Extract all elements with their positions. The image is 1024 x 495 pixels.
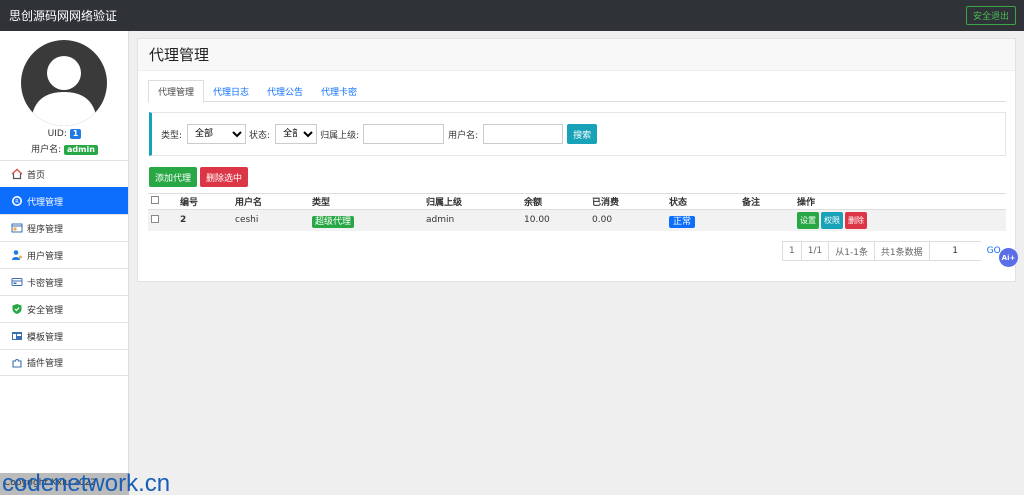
sidebar-item-cards[interactable]: 卡密管理 — [0, 268, 128, 295]
sidebar-item-label: 卡密管理 — [27, 278, 64, 289]
sidebar: UID: 1 用户名: admin 首页 R 代理管理 程序管理 用户管理 卡密… — [0, 31, 129, 495]
delete-selected-button[interactable]: 删除选中 — [200, 167, 248, 187]
agent-icon: R — [11, 195, 23, 207]
page-number[interactable]: 1 — [782, 241, 802, 261]
type-label: 类型: — [161, 130, 183, 141]
col-actions: 操作 — [797, 198, 816, 208]
pagination: 1 1/1 从1-1条 共1条数据 1 GO — [782, 241, 1007, 261]
username-input[interactable] — [483, 124, 564, 144]
col-remark: 备注 — [742, 198, 761, 208]
cell-id: 2 — [180, 215, 187, 226]
page-range: 从1-1条 — [828, 241, 875, 261]
parent-label: 归属上级: — [320, 130, 360, 141]
avatar-person-icon — [31, 56, 97, 126]
plugin-icon — [11, 357, 23, 369]
select-all-checkbox[interactable] — [151, 196, 159, 204]
watermark-text: codenetwork.cn — [2, 470, 171, 495]
settings-button[interactable]: 设置 — [797, 211, 819, 229]
type-select[interactable]: 全部 — [187, 124, 247, 144]
agent-table: 编号 用户名 类型 归属上级 余额 已消费 状态 备注 操作 2 ceshi 超… — [148, 193, 1006, 231]
cell-remark — [742, 210, 797, 231]
cell-parent: admin — [426, 215, 455, 226]
page-total: 共1条数据 — [873, 241, 930, 261]
sidebar-item-label: 模板管理 — [27, 332, 64, 343]
tab-agent-cards[interactable]: 代理卡密 — [312, 80, 366, 102]
col-status: 状态 — [669, 198, 688, 208]
main-panel: 代理管理 代理管理 代理日志 代理公告 代理卡密 类型: 全部 状态: 全部 归… — [137, 38, 1016, 282]
username-filter-label: 用户名: — [448, 130, 479, 141]
status-badge: 正常 — [669, 215, 696, 228]
status-label: 状态: — [249, 130, 271, 141]
logout-button[interactable]: 安全退出 — [965, 6, 1016, 25]
shield-icon — [11, 303, 23, 315]
user-icon — [11, 249, 23, 261]
template-icon — [11, 330, 23, 342]
sidebar-item-agents[interactable]: R 代理管理 — [0, 187, 128, 214]
action-buttons: 添加代理 删除选中 — [149, 167, 248, 187]
sidebar-item-label: 首页 — [27, 170, 46, 181]
sidebar-item-label: 程序管理 — [27, 224, 64, 235]
program-icon — [11, 222, 23, 234]
table-header: 编号 用户名 类型 归属上级 余额 已消费 状态 备注 操作 — [148, 193, 1006, 210]
app-title: 思创源码网网络验证 — [9, 9, 118, 23]
sidebar-item-label: 代理管理 — [27, 197, 64, 208]
home-icon — [11, 168, 23, 180]
sidebar-item-label: 用户管理 — [27, 251, 64, 262]
username-badge: admin — [64, 145, 98, 155]
add-agent-button[interactable]: 添加代理 — [149, 167, 197, 187]
table-row: 2 ceshi 超级代理 admin 10.00 0.00 正常 设置 权限 删除 — [148, 209, 1006, 231]
tab-agent-manage[interactable]: 代理管理 — [148, 80, 205, 103]
delete-row-button[interactable]: 删除 — [845, 211, 867, 229]
cell-spent: 0.00 — [592, 215, 613, 226]
filter-bar: 类型: 全部 状态: 全部 归属上级: 用户名: 搜索 — [149, 112, 1006, 156]
uid-label: UID: — [47, 129, 67, 139]
permissions-button[interactable]: 权限 — [821, 211, 843, 229]
cell-balance: 10.00 — [524, 215, 550, 226]
search-button[interactable]: 搜索 — [567, 124, 598, 144]
tab-agent-notice[interactable]: 代理公告 — [258, 80, 312, 102]
svg-text:R: R — [15, 199, 19, 205]
sidebar-menu: 首页 R 代理管理 程序管理 用户管理 卡密管理 安全管理 模板管理 插件管理 — [0, 160, 128, 376]
page-jump-input[interactable]: 1 — [928, 241, 982, 261]
ai-assistant-button[interactable]: Ai+ — [999, 248, 1018, 267]
col-id: 编号 — [180, 198, 199, 208]
col-type: 类型 — [312, 198, 331, 208]
page-title: 代理管理 — [138, 39, 1015, 71]
uid-badge: 1 — [69, 129, 82, 139]
top-bar: 思创源码网网络验证 安全退出 — [0, 0, 1024, 31]
username-label: 用户名: — [31, 145, 62, 155]
status-select[interactable]: 全部 — [275, 124, 318, 144]
parent-input[interactable] — [363, 124, 445, 144]
uid-line: UID: 1 — [0, 129, 129, 139]
sidebar-item-home[interactable]: 首页 — [0, 160, 128, 187]
sidebar-item-templates[interactable]: 模板管理 — [0, 322, 128, 349]
col-balance: 余额 — [524, 198, 543, 208]
type-badge: 超级代理 — [312, 215, 355, 228]
username-line: 用户名: admin — [0, 142, 129, 155]
col-username: 用户名 — [235, 198, 263, 208]
sidebar-item-programs[interactable]: 程序管理 — [0, 214, 128, 241]
page-of: 1/1 — [800, 241, 830, 261]
sidebar-item-users[interactable]: 用户管理 — [0, 241, 128, 268]
card-icon — [11, 276, 23, 288]
tab-bar: 代理管理 代理日志 代理公告 代理卡密 — [148, 80, 1006, 103]
tab-agent-log[interactable]: 代理日志 — [204, 80, 258, 102]
sidebar-item-security[interactable]: 安全管理 — [0, 295, 128, 322]
sidebar-item-label: 安全管理 — [27, 305, 64, 316]
row-checkbox[interactable] — [151, 214, 159, 223]
avatar — [21, 40, 107, 126]
col-parent: 归属上级 — [426, 198, 463, 208]
sidebar-item-label: 插件管理 — [27, 359, 64, 369]
cell-username: ceshi — [235, 215, 259, 226]
col-spent: 已消费 — [592, 198, 620, 208]
sidebar-item-plugins[interactable]: 插件管理 — [0, 349, 128, 376]
